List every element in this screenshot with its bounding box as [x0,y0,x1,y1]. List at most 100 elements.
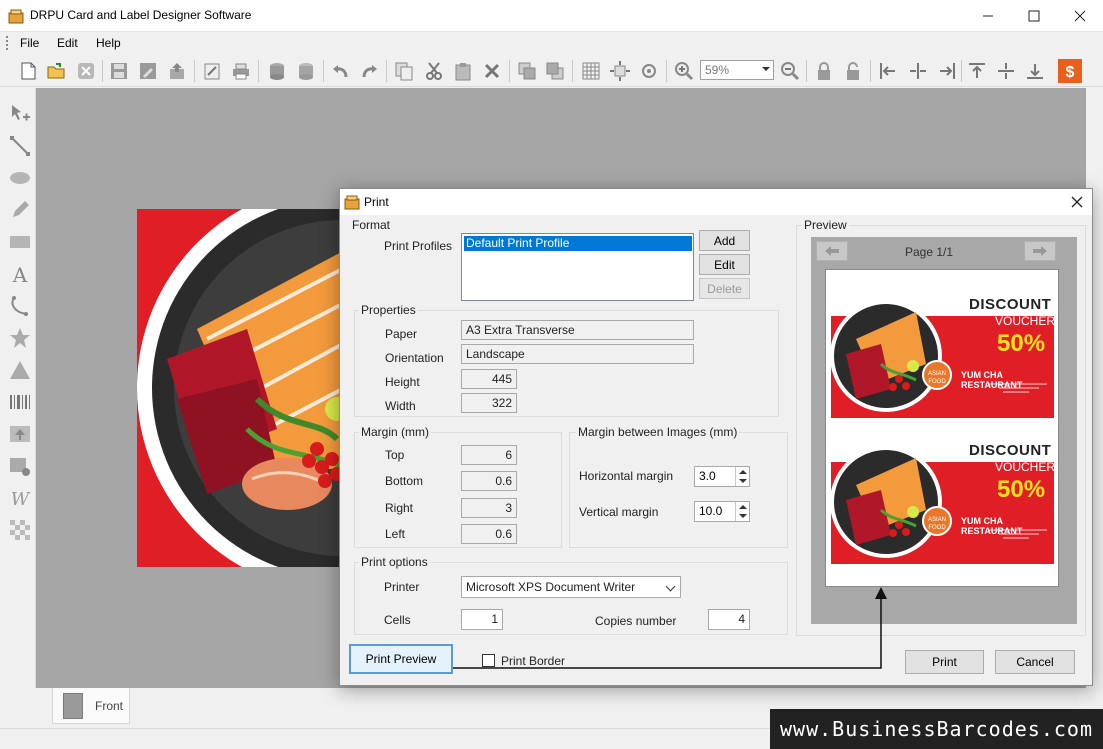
barcode-icon[interactable] [8,390,32,414]
dialog-title: Print [364,195,389,209]
tab-front[interactable]: Front [52,688,130,724]
lock-icon[interactable] [812,59,836,83]
cancel-button[interactable]: Cancel [995,650,1075,674]
margin-top-field[interactable]: 6 [461,445,517,465]
copies-field[interactable]: 4 [708,609,750,630]
horizontal-margin-spinner[interactable]: 3.0 [694,466,750,487]
toolbar-separator [572,60,573,82]
close-file-icon[interactable] [74,59,98,83]
select-icon[interactable] [8,102,32,126]
menu-bar [0,32,310,54]
watermark-banner: www.BusinessBarcodes.com [770,709,1103,749]
voucher-preview: ASIAN FOOD DISCOUNT VOUCHER 50% YUM CHA … [831,436,1054,564]
watermark-icon[interactable]: W [8,486,32,510]
bring-front-icon[interactable] [515,59,539,83]
printer-label: Printer [384,580,420,594]
paste-icon[interactable] [451,59,475,83]
save-icon[interactable] [107,59,131,83]
zoom-out-icon[interactable] [778,59,802,83]
printer-value: Microsoft XPS Document Writer [466,580,636,594]
spinner-arrows[interactable] [735,467,749,486]
previous-page-button[interactable] [816,241,848,261]
text-icon[interactable]: A [8,262,32,286]
print-border-checkbox[interactable] [482,654,495,667]
toolbar-separator [806,60,807,82]
margin-right-field[interactable]: 3 [461,498,517,518]
vertical-margin-spinner[interactable]: 10.0 [694,501,750,522]
align-middle-icon[interactable] [994,59,1018,83]
arrow-down-icon [739,479,747,483]
align-right-icon[interactable] [935,59,959,83]
cut-icon[interactable] [422,59,446,83]
image-library-icon[interactable] [8,454,32,478]
fit-icon[interactable] [608,59,632,83]
voucher-title: DISCOUNT [969,296,1052,313]
delete-profile-button[interactable]: Delete [699,278,750,299]
align-center-icon[interactable] [906,59,930,83]
orientation-label: Orientation [385,351,444,365]
rectangle-icon[interactable] [8,230,32,254]
preview-page: ASIAN FOOD DISCOUNT VOUCHER 50% YUM CHA … [825,269,1059,587]
target-icon[interactable] [637,59,661,83]
margin-left-field[interactable]: 0.6 [461,524,517,544]
arrow-left-icon [825,246,839,256]
triangle-icon[interactable] [8,358,32,382]
margin-bottom-field[interactable]: 0.6 [461,471,517,491]
voucher-badge: ASIAN FOOD [922,360,952,390]
card-design[interactable] [137,209,357,567]
app-title: DRPU Card and Label Designer Software [30,8,252,22]
line-icon[interactable] [8,134,32,158]
add-profile-button[interactable]: Add [699,230,750,251]
background-icon[interactable] [8,518,32,542]
minimize-button[interactable] [965,0,1011,31]
star-icon[interactable] [8,326,32,350]
align-left-icon[interactable] [876,59,900,83]
image-icon[interactable] [8,422,32,446]
new-icon[interactable] [16,59,40,83]
spinner-arrows[interactable] [735,502,749,521]
redo-icon[interactable] [357,59,381,83]
open-icon[interactable] [44,59,68,83]
printer-select[interactable]: Microsoft XPS Document Writer [461,576,681,598]
print-preview-button[interactable]: Print Preview [349,644,453,674]
cells-field[interactable]: 1 [461,609,503,630]
print-profiles-list[interactable]: Default Print Profile [461,233,694,301]
properties-group-label: Properties [359,303,418,317]
margin-left-label: Left [385,527,406,541]
align-top-icon[interactable] [965,59,989,83]
toolbar-separator [961,60,962,82]
menu-edit[interactable]: Edit [57,36,78,50]
page-indicator: Page 1/1 [905,245,954,259]
export-icon[interactable] [165,59,189,83]
print-icon[interactable] [229,59,253,83]
list-item[interactable]: Default Print Profile [464,236,692,251]
send-back-icon[interactable] [543,59,567,83]
dialog-close-button[interactable] [1070,191,1084,214]
ellipse-icon[interactable] [8,166,32,190]
print-profiles-label: Print Profiles [384,239,453,253]
margin-top-label: Top [385,448,405,462]
delete-icon[interactable] [480,59,504,83]
copy-icon[interactable] [392,59,416,83]
undo-icon[interactable] [329,59,353,83]
next-page-button[interactable] [1024,241,1056,261]
align-bottom-icon[interactable] [1023,59,1047,83]
menu-file[interactable]: File [20,36,39,50]
maximize-button[interactable] [1011,0,1057,31]
pencil-icon[interactable] [8,198,32,222]
grid-icon[interactable] [579,59,603,83]
zoom-select[interactable]: 59% [700,60,774,80]
database-icon[interactable] [265,59,289,83]
menu-help[interactable]: Help [96,36,121,50]
save-as-icon[interactable] [136,59,160,83]
price-icon[interactable]: $ [1058,59,1082,83]
toolbar-separator [194,60,195,82]
arc-icon[interactable] [8,294,32,318]
properties-icon[interactable] [200,59,224,83]
close-window-button[interactable] [1057,0,1103,31]
zoom-in-icon[interactable] [672,59,696,83]
database-import-icon[interactable] [294,59,318,83]
unlock-icon[interactable] [841,59,865,83]
edit-profile-button[interactable]: Edit [699,254,750,275]
print-button[interactable]: Print [905,650,984,674]
